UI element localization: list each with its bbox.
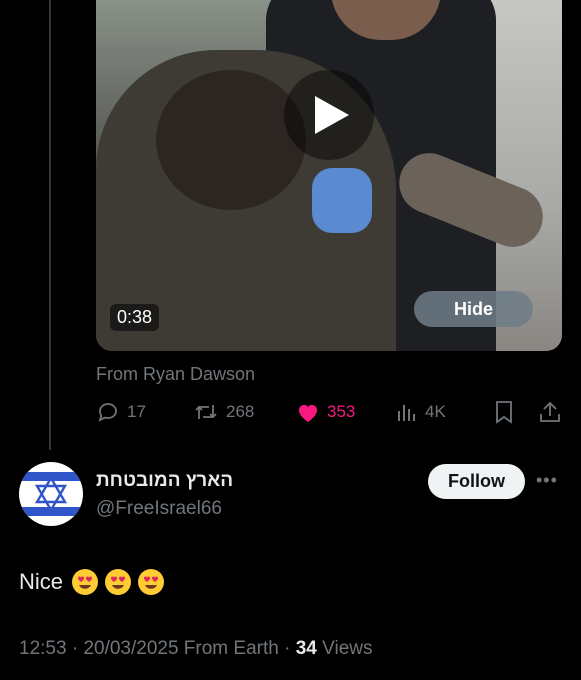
tweet-metadata: 12:53 · 20/03/2025 From Earth · 34 Views [19,638,373,660]
heart-icon [299,405,317,422]
tweet-date[interactable]: 20/03/2025 [83,638,178,659]
heart-eyes-emoji-icon [105,569,132,595]
bookmark-action[interactable] [494,398,514,426]
repost-icon [195,405,217,419]
reply-text: Nice [19,568,165,596]
tweet-view-label: Views [316,638,373,659]
bookmark-icon [496,401,512,424]
tweet-view-count: 34 [295,638,317,659]
user-handle[interactable]: @FreeIsrael66 [96,498,222,520]
repost-count: 268 [226,402,255,421]
star-of-david-icon [34,475,68,513]
video-player[interactable]: 0:38 Hide [96,0,562,351]
video-attribution[interactable]: From Ryan Dawson [96,364,255,385]
video-frame-child-face [156,70,306,210]
heart-eyes-emoji-icon [138,569,165,595]
tweet-actions: 17 268 353 4K [96,398,566,426]
like-count: 353 [327,402,356,421]
follow-button[interactable]: Follow [428,464,525,499]
play-icon [315,96,349,134]
heart-eyes-emoji-icon [72,569,99,595]
like-action[interactable]: 353 [296,398,355,426]
thread-line [49,0,51,450]
repost-action[interactable]: 268 [193,398,254,426]
reply-action[interactable]: 17 [96,398,146,426]
share-action[interactable] [538,398,562,426]
video-duration-badge: 0:38 [110,304,160,331]
reply-icon [98,403,117,422]
avatar[interactable] [19,462,83,526]
view-count: 4K [425,402,446,421]
views-action[interactable]: 4K [396,398,446,426]
tweet-source: From Earth [178,638,279,659]
display-name[interactable]: הארץ המובטחת [96,470,233,492]
reply-text-content: Nice [19,569,64,594]
hide-button[interactable]: Hide [414,291,533,327]
more-options-icon[interactable]: ••• [536,470,558,491]
meta-separator: · [278,638,296,659]
analytics-icon [398,405,415,421]
tweet-time[interactable]: 12:53 [19,638,67,659]
video-frame-glove [312,168,372,233]
play-button[interactable] [284,70,374,160]
emoji-group [71,568,165,596]
meta-separator: · [66,638,84,659]
reply-count: 17 [127,402,146,421]
share-icon [540,401,560,422]
